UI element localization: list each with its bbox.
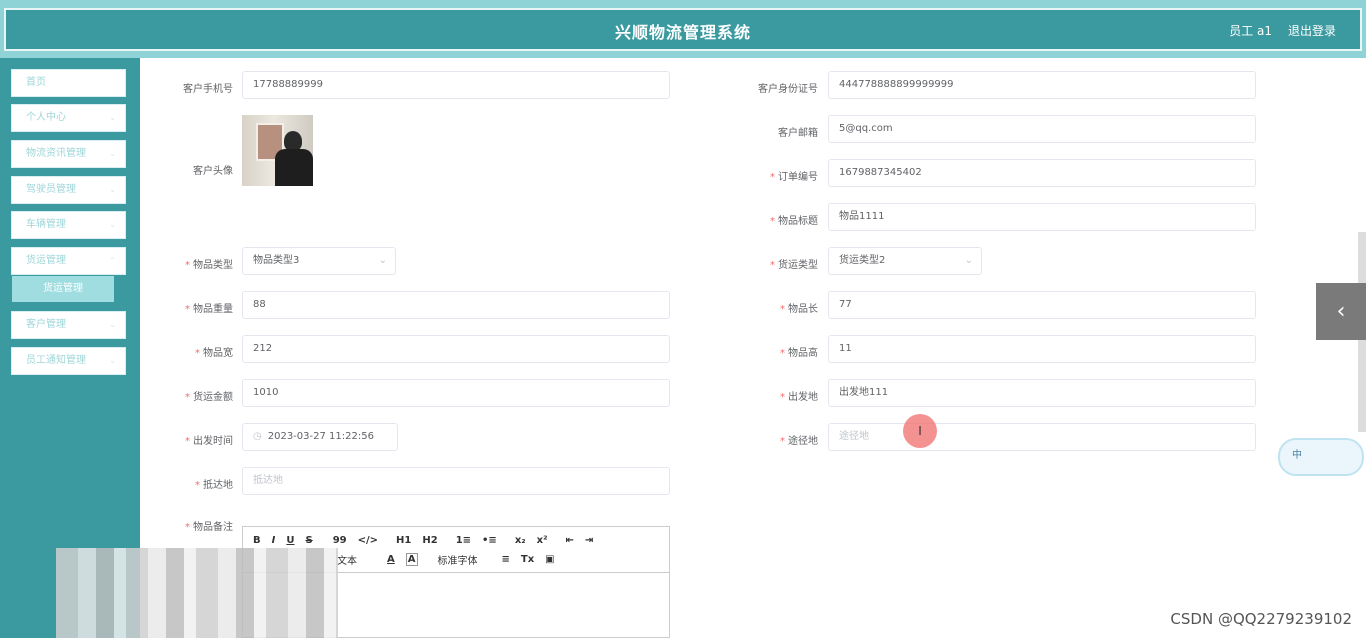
item-length-field[interactable]: 77 <box>828 291 1256 319</box>
sidebar-item-freight[interactable]: 货运管理 ⌃ <box>11 247 126 275</box>
chevron-down-icon: ⌄ <box>109 356 116 365</box>
origin-field[interactable]: 出发地111 <box>828 379 1256 407</box>
chevron-down-icon: ⌄ <box>109 149 116 158</box>
freight-amount-label: * 货运金额 <box>185 392 233 403</box>
italic-icon[interactable]: I <box>272 535 276 546</box>
customer-email-field[interactable]: 5@qq.com <box>828 115 1256 143</box>
sidebar-item-drivers[interactable]: 驾驶员管理 ⌄ <box>11 176 126 204</box>
text-cursor-icon: I <box>903 414 937 448</box>
quote-icon[interactable]: 99 <box>333 535 347 546</box>
sidebar-item-label: 首页 <box>26 77 46 88</box>
item-weight-label: * 物品重量 <box>185 304 233 315</box>
chevron-down-icon: ⌄ <box>109 113 116 122</box>
freight-amount-field[interactable]: 1010 <box>242 379 670 407</box>
via-label: * 途径地 <box>780 436 818 447</box>
sidebar-item-label: 物流资讯管理 <box>26 148 86 159</box>
sidebar-item-label: 员工通知管理 <box>26 355 86 366</box>
avatar-label: 客户头像 <box>193 166 233 177</box>
customer-phone-field[interactable]: 17788889999 <box>242 71 670 99</box>
code-icon[interactable]: </> <box>358 535 378 546</box>
sidebar-item-logistics-news[interactable]: 物流资讯管理 ⌄ <box>11 140 126 168</box>
sidebar-item-staff-notices[interactable]: 员工通知管理 ⌄ <box>11 347 126 375</box>
remark-label: * 物品备注 <box>185 522 233 533</box>
item-weight-field[interactable]: 88 <box>242 291 670 319</box>
sidebar-item-label: 车辆管理 <box>26 219 66 230</box>
customer-phone-label: 客户手机号 <box>183 84 233 95</box>
strikethrough-icon[interactable]: S <box>305 535 312 546</box>
freight-type-select[interactable]: 货运类型2 ⌄ <box>828 247 982 275</box>
destination-field[interactable]: 抵达地 <box>242 467 670 495</box>
item-height-label: * 物品高 <box>780 348 818 359</box>
item-title-field[interactable]: 物品1111 <box>828 203 1256 231</box>
customer-id-label: 客户身份证号 <box>758 84 818 95</box>
text-size-select[interactable]: 文本 <box>337 552 357 567</box>
logout-link[interactable]: 退出登录 <box>1288 22 1336 39</box>
chevron-down-icon: ⌄ <box>109 320 116 329</box>
sidebar-item-vehicles[interactable]: 车辆管理 ⌄ <box>11 211 126 239</box>
sidebar-subitem-freight[interactable]: 货运管理 <box>12 276 114 302</box>
chevron-down-icon: ⌄ <box>109 220 116 229</box>
chevron-down-icon: ⌄ <box>378 255 387 266</box>
watermark: CSDN @QQ2279239102 <box>1170 610 1352 628</box>
heading1-icon[interactable]: H1 <box>396 535 411 546</box>
heading2-icon[interactable]: H2 <box>422 535 437 546</box>
sidebar-item-label: 客户管理 <box>26 319 66 330</box>
sidebar-item-label: 驾驶员管理 <box>26 184 76 195</box>
sidebar-item-label: 个人中心 <box>26 112 66 123</box>
font-family-select[interactable]: 标准字体 <box>438 552 478 567</box>
indent-icon[interactable]: ⇥ <box>585 535 593 546</box>
customer-email-label: 客户邮箱 <box>778 128 818 139</box>
bold-icon[interactable]: B <box>253 535 261 546</box>
top-bar: 兴顺物流管理系统 员工 a1 退出登录 <box>0 0 1366 58</box>
underline-icon[interactable]: U <box>286 535 294 546</box>
clock-icon: ◷ <box>253 431 262 442</box>
customer-avatar[interactable] <box>242 115 313 186</box>
item-type-label: * 物品类型 <box>185 260 233 271</box>
current-user: 员工 a1 <box>1229 24 1272 38</box>
background-color-icon[interactable]: A <box>405 553 418 566</box>
chevron-up-icon: ⌃ <box>109 256 116 265</box>
ordered-list-icon[interactable]: 1≡ <box>456 535 471 546</box>
item-title-label: * 物品标题 <box>770 216 818 227</box>
ime-indicator[interactable]: 中 <box>1278 438 1364 476</box>
blurred-region <box>56 548 338 638</box>
destination-label: * 抵达地 <box>195 480 233 491</box>
bullet-list-icon[interactable]: •≡ <box>482 535 497 546</box>
subscript-icon[interactable]: x₂ <box>515 535 526 546</box>
image-icon[interactable]: ▣ <box>545 554 554 565</box>
chevron-down-icon: ⌄ <box>109 185 116 194</box>
freight-type-label: * 货运类型 <box>770 260 818 271</box>
align-icon[interactable]: ≡ <box>502 554 510 565</box>
sidebar-item-home[interactable]: 首页 <box>11 69 126 97</box>
chevron-left-icon[interactable]: ‹ <box>1316 283 1366 340</box>
depart-time-label: * 出发时间 <box>185 436 233 447</box>
item-width-field[interactable]: 212 <box>242 335 670 363</box>
outdent-icon[interactable]: ⇤ <box>566 535 574 546</box>
customer-id-field[interactable]: 444778888899999999 <box>828 71 1256 99</box>
app-title: 兴顺物流管理系统 <box>614 23 751 42</box>
sidebar-item-label: 货运管理 <box>26 255 66 266</box>
origin-label: * 出发地 <box>780 392 818 403</box>
item-length-label: * 物品长 <box>780 304 818 315</box>
sidebar-item-customers[interactable]: 客户管理 ⌄ <box>11 311 126 339</box>
avatar-photo-head <box>284 131 302 151</box>
item-width-label: * 物品宽 <box>195 348 233 359</box>
via-field[interactable]: 途径地 <box>828 423 1256 451</box>
chevron-down-icon: ⌄ <box>964 255 973 266</box>
order-no-field[interactable]: 1679887345402 <box>828 159 1256 187</box>
sidebar-item-personal-center[interactable]: 个人中心 ⌄ <box>11 104 126 132</box>
item-height-field[interactable]: 11 <box>828 335 1256 363</box>
header: 兴顺物流管理系统 员工 a1 退出登录 <box>4 8 1362 51</box>
depart-time-picker[interactable]: ◷ 2023-03-27 11:22:56 <box>242 423 398 451</box>
clear-format-icon[interactable]: Tx <box>521 554 534 565</box>
avatar-photo-body <box>275 149 313 186</box>
superscript-icon[interactable]: x² <box>537 535 548 546</box>
item-type-select[interactable]: 物品类型3 ⌄ <box>242 247 396 275</box>
font-color-icon[interactable]: A <box>387 554 395 565</box>
order-no-label: * 订单编号 <box>770 172 818 183</box>
